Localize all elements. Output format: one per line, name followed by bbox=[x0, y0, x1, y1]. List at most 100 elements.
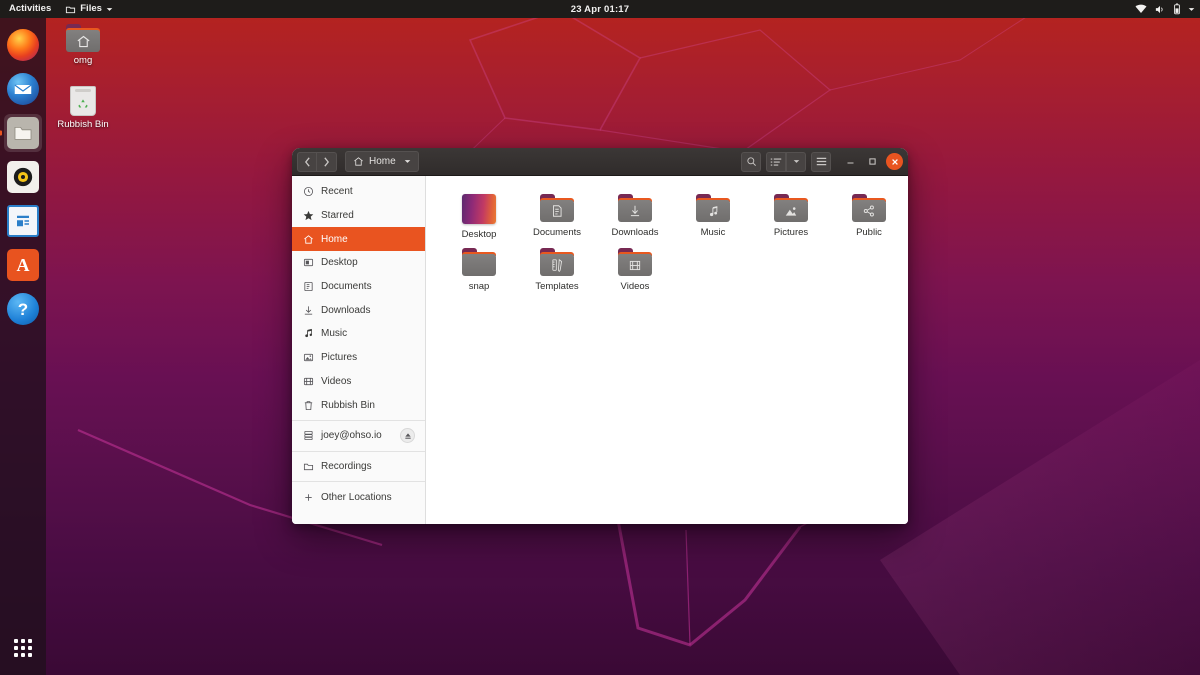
picture-icon bbox=[302, 352, 314, 363]
documents-folder-icon bbox=[540, 194, 574, 222]
file-label: Public bbox=[856, 227, 882, 238]
pictures-folder-icon bbox=[774, 194, 808, 222]
plain-folder-icon bbox=[462, 248, 496, 276]
dock-item-files[interactable] bbox=[4, 114, 42, 152]
files-icon bbox=[7, 117, 39, 149]
maximize-icon[interactable] bbox=[864, 153, 881, 170]
dock-item-firefox[interactable] bbox=[4, 26, 42, 64]
sidebar-item-label: Videos bbox=[321, 376, 351, 387]
desktop-icon-rubbish-bin[interactable]: Rubbish Bin bbox=[47, 86, 119, 130]
video-icon bbox=[302, 376, 314, 387]
back-icon[interactable] bbox=[297, 152, 317, 172]
sidebar-item-home[interactable]: Home bbox=[292, 227, 425, 251]
file-item-downloads[interactable]: Downloads bbox=[596, 188, 674, 240]
show-applications-button[interactable] bbox=[4, 629, 42, 667]
sidebar-item-label: Home bbox=[321, 234, 348, 245]
desktop-icon bbox=[302, 257, 314, 268]
sidebar-item-music[interactable]: Music bbox=[292, 322, 425, 346]
sidebar-divider bbox=[292, 420, 425, 421]
document-icon bbox=[302, 281, 314, 292]
music-icon bbox=[302, 328, 314, 339]
sidebar-item-recent[interactable]: Recent bbox=[292, 180, 425, 204]
view-mode-group bbox=[766, 152, 806, 172]
dock: A ? bbox=[0, 18, 46, 675]
trash-icon bbox=[70, 86, 96, 116]
dock-item-thunderbird[interactable] bbox=[4, 70, 42, 108]
folder-icon bbox=[65, 4, 76, 15]
download-icon bbox=[302, 305, 314, 316]
sidebar-item-joey-ohso-io[interactable]: joey@ohso.io bbox=[292, 424, 425, 448]
sidebar-item-recordings[interactable]: Recordings bbox=[292, 455, 425, 479]
sidebar-item-label: Rubbish Bin bbox=[321, 400, 375, 411]
battery-icon bbox=[1173, 3, 1181, 15]
sidebar-item-label: Recent bbox=[321, 186, 353, 197]
wifi-icon bbox=[1135, 4, 1147, 14]
close-icon[interactable] bbox=[886, 153, 903, 170]
file-item-music[interactable]: Music bbox=[674, 188, 752, 240]
file-item-pictures[interactable]: Pictures bbox=[752, 188, 830, 240]
sidebar-divider bbox=[292, 451, 425, 452]
top-bar: Activities Files 23 Apr 01:17 bbox=[0, 0, 1200, 18]
file-label: Music bbox=[701, 227, 726, 238]
sidebar-item-videos[interactable]: Videos bbox=[292, 370, 425, 394]
app-grid-icon bbox=[14, 639, 32, 657]
volume-icon bbox=[1154, 4, 1166, 15]
chevron-down-icon[interactable] bbox=[404, 158, 411, 165]
desktop-icon-label: Rubbish Bin bbox=[57, 119, 108, 130]
hamburger-menu-icon[interactable] bbox=[811, 152, 831, 172]
trash-icon bbox=[302, 400, 314, 411]
activities-button[interactable]: Activities bbox=[0, 0, 58, 18]
sidebar-item-label: Desktop bbox=[321, 257, 358, 268]
chevron-down-icon[interactable] bbox=[1188, 6, 1195, 13]
sidebar-item-rubbish-bin[interactable]: Rubbish Bin bbox=[292, 393, 425, 417]
sidebar-item-starred[interactable]: Starred bbox=[292, 204, 425, 228]
minimize-icon[interactable] bbox=[842, 153, 859, 170]
firefox-icon bbox=[7, 29, 39, 61]
sidebar-divider bbox=[292, 481, 425, 482]
server-icon bbox=[302, 430, 314, 441]
dock-item-help[interactable]: ? bbox=[4, 290, 42, 328]
system-status-area[interactable] bbox=[1135, 3, 1195, 15]
sidebar-item-label: Downloads bbox=[321, 305, 370, 316]
activities-label: Activities bbox=[9, 0, 51, 18]
chevron-down-icon[interactable] bbox=[786, 152, 806, 172]
desktop-icon-omg[interactable]: omg bbox=[47, 24, 119, 66]
templates-folder-icon bbox=[540, 248, 574, 276]
app-menu-label: Files bbox=[80, 0, 102, 18]
home-folder-icon bbox=[66, 24, 100, 52]
sidebar-item-other-locations[interactable]: Other Locations bbox=[292, 485, 425, 509]
wallpaper-thumbnail bbox=[462, 194, 496, 224]
eject-button[interactable] bbox=[400, 428, 415, 443]
file-item-desktop[interactable]: Desktop bbox=[440, 188, 518, 240]
file-item-snap[interactable]: snap bbox=[440, 242, 518, 292]
forward-icon[interactable] bbox=[317, 152, 337, 172]
file-item-templates[interactable]: Templates bbox=[518, 242, 596, 292]
sidebar-item-downloads[interactable]: Downloads bbox=[292, 298, 425, 322]
app-menu-button[interactable]: Files bbox=[58, 0, 120, 18]
libreoffice-writer-icon bbox=[7, 205, 39, 237]
sidebar-item-desktop[interactable]: Desktop bbox=[292, 251, 425, 275]
file-item-public[interactable]: Public bbox=[830, 188, 908, 240]
sidebar-item-documents[interactable]: Documents bbox=[292, 275, 425, 299]
file-label: Pictures bbox=[774, 227, 808, 238]
sidebar: Recent Starred Home Desktop bbox=[292, 176, 426, 524]
file-grid: Desktop Documents bbox=[426, 176, 908, 524]
dock-item-libreoffice-writer[interactable] bbox=[4, 202, 42, 240]
plus-icon bbox=[302, 492, 314, 503]
file-label: Documents bbox=[533, 227, 581, 238]
file-label: snap bbox=[469, 281, 490, 292]
dock-item-rhythmbox[interactable] bbox=[4, 158, 42, 196]
sidebar-item-label: Documents bbox=[321, 281, 372, 292]
navigation-buttons bbox=[297, 152, 337, 172]
home-icon bbox=[353, 156, 364, 167]
dock-item-ubuntu-software[interactable]: A bbox=[4, 246, 42, 284]
file-item-documents[interactable]: Documents bbox=[518, 188, 596, 240]
path-bar[interactable]: Home bbox=[345, 151, 419, 172]
downloads-folder-icon bbox=[618, 194, 652, 222]
list-view-icon[interactable] bbox=[766, 152, 786, 172]
file-label: Templates bbox=[535, 281, 578, 292]
file-item-videos[interactable]: Videos bbox=[596, 242, 674, 292]
clock[interactable]: 23 Apr 01:17 bbox=[571, 4, 630, 15]
search-icon[interactable] bbox=[741, 152, 761, 172]
sidebar-item-pictures[interactable]: Pictures bbox=[292, 346, 425, 370]
